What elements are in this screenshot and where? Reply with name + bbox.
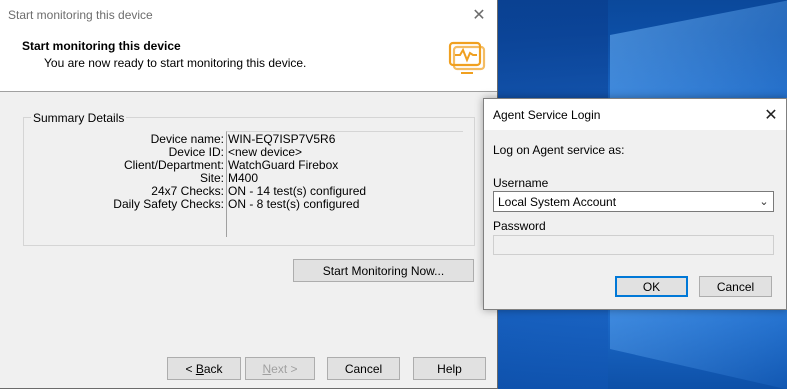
agent-login-dialog: Agent Service Login ✕ Log on Agent servi… [483,98,787,310]
monitor-activity-icon [448,41,486,74]
summary-row: Daily Safety Checks: ON - 8 test(s) conf… [0,198,463,211]
username-label: Username [493,176,549,190]
chevron-down-icon: ⌄ [759,196,769,208]
wizard-title: Start monitoring this device [8,7,153,22]
wizard-window: Start monitoring this device ✕ Start mon… [0,0,498,389]
summary-group-label: Summary Details [31,111,127,125]
dialog-prompt: Log on Agent service as: [493,143,625,157]
start-monitoring-button[interactable]: Start Monitoring Now... [293,259,474,282]
dialog-cancel-button[interactable]: Cancel [699,276,772,297]
back-rest: ack [203,361,223,376]
ok-button[interactable]: OK [615,276,688,297]
password-label: Password [493,219,546,233]
back-accel: B [195,361,204,376]
cancel-button[interactable]: Cancel [327,357,400,380]
wizard-header: Start monitoring this device You are now… [0,29,497,92]
username-value: Local System Account [498,194,617,209]
close-icon[interactable]: ✕ [461,0,497,29]
dialog-titlebar: Agent Service Login ✕ [484,99,786,130]
back-button[interactable]: < Back [167,357,241,380]
dialog-title: Agent Service Login [493,107,601,122]
password-field[interactable] [493,235,774,255]
summary-value: ON - 8 test(s) configured [228,197,360,211]
next-accel: N [262,361,272,376]
wizard-titlebar: Start monitoring this device ✕ [0,0,497,29]
back-prefix: < [185,361,196,376]
header-title: Start monitoring this device [22,39,181,53]
close-icon[interactable]: ✕ [756,105,786,125]
next-button[interactable]: Next > [245,357,315,380]
next-rest: ext > [271,361,298,376]
help-button[interactable]: Help [413,357,486,380]
summary-key: Daily Safety Checks: [113,197,224,211]
username-select[interactable]: Local System Account ⌄ [493,191,774,212]
header-subtitle: You are now ready to start monitoring th… [44,56,307,70]
